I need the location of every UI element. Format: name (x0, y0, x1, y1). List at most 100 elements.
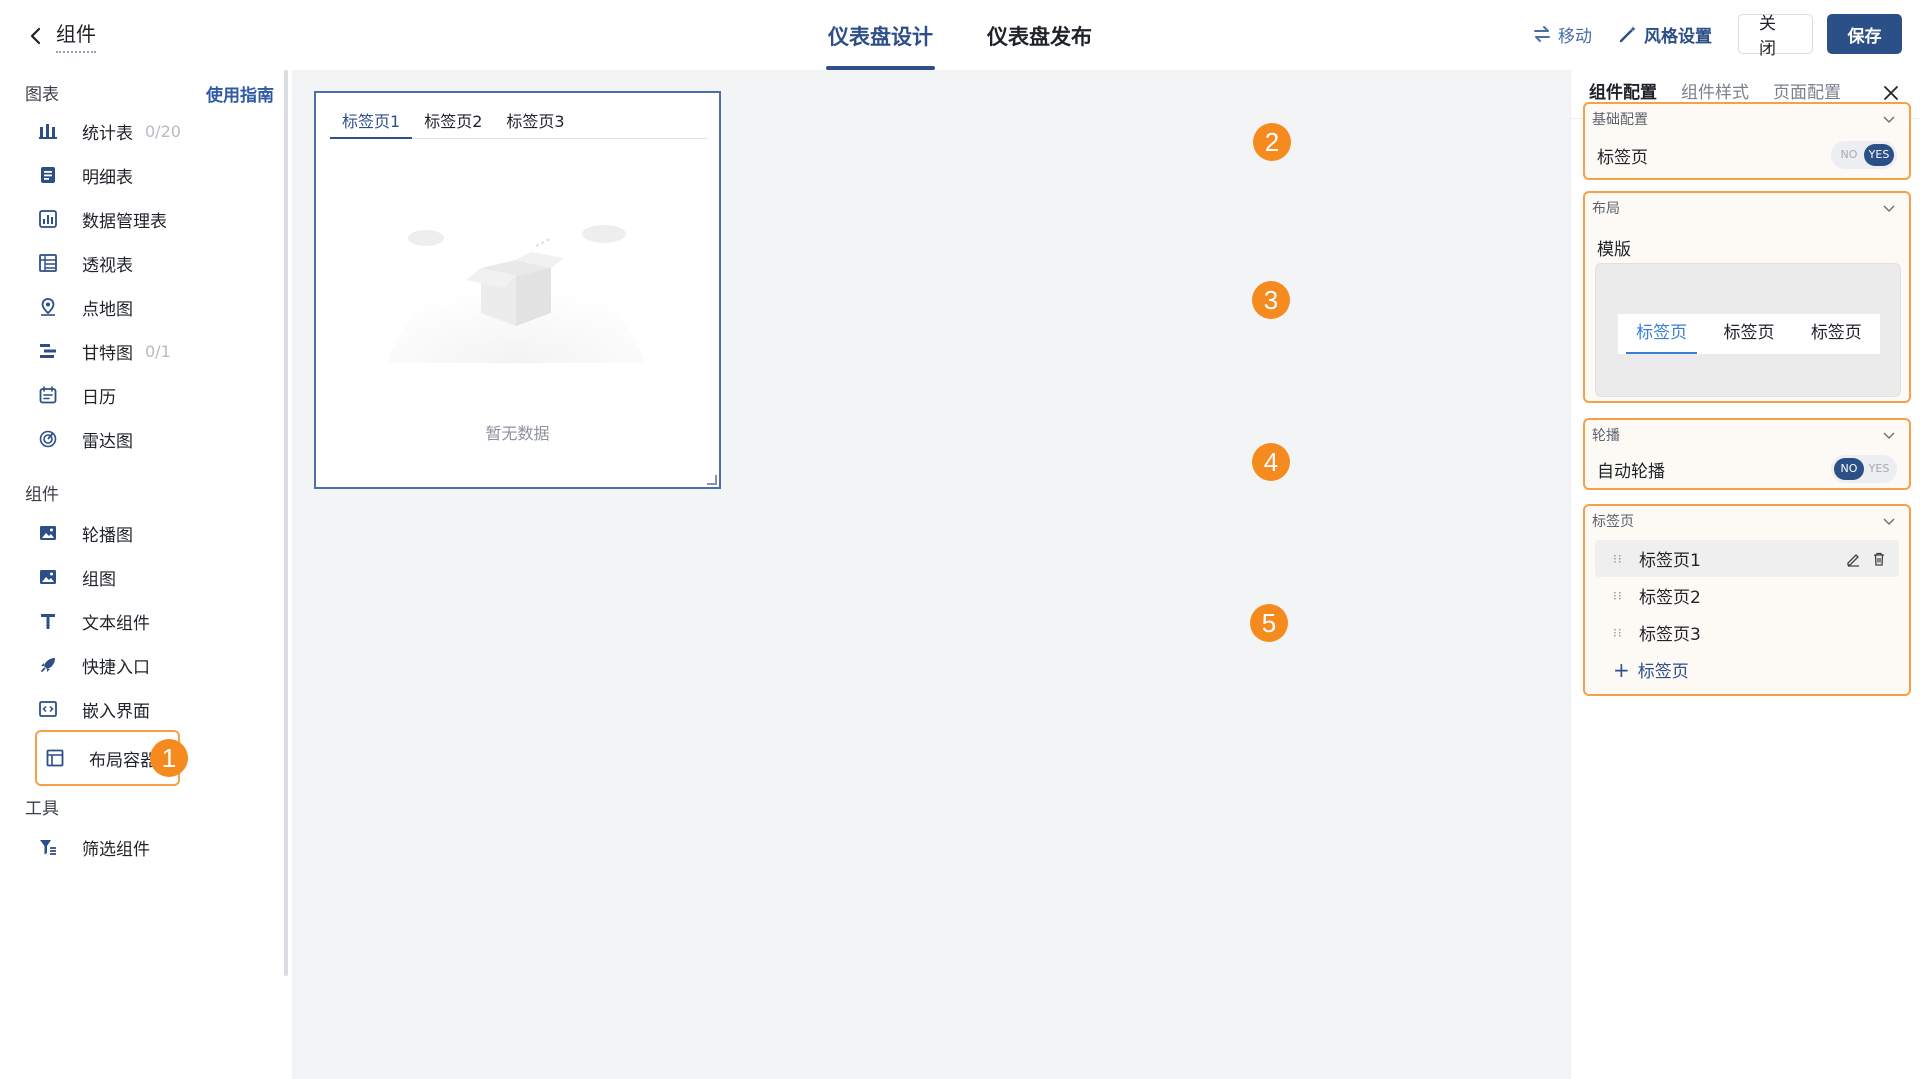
tabs-list-card: 标签页 ⁝⁝ 标签页1 ⁝⁝ 标签页2 ⁝⁝ 标签页3 + 标签页 (1583, 504, 1911, 696)
radar-icon (38, 428, 70, 450)
carousel-image-icon (38, 522, 70, 544)
add-tab-label: 标签页 (1637, 662, 1689, 682)
empty-box-illustration (386, 225, 646, 363)
sidebar-item-quick-entry[interactable]: 快捷入口 (38, 643, 258, 687)
auto-play-label: 自动轮播 (1597, 461, 1665, 482)
swap-arrows-icon (1534, 26, 1550, 42)
sidebar-item-label: 明细表 (82, 167, 133, 188)
chevron-down-icon (1883, 518, 1895, 526)
sidebar-item-data-manage[interactable]: 数据管理表 (38, 197, 258, 241)
map-pin-icon (38, 296, 70, 318)
sidebar-item-label: 快捷入口 (82, 657, 150, 678)
drag-handle-icon[interactable]: ⁝⁝ (1613, 589, 1625, 603)
usage-count: 0/1 (145, 341, 171, 361)
tabs-toggle-row: 标签页 NO YES (1585, 134, 1909, 176)
sidebar-item-calendar[interactable]: 日历 (38, 373, 258, 417)
widget-tab-3[interactable]: 标签页3 (494, 109, 576, 139)
sidebar-item-pivot-table[interactable]: 透视表 (38, 241, 258, 285)
carousel-title: 轮播 (1592, 428, 1620, 444)
style-settings-button[interactable]: 风格设置 (1618, 22, 1712, 47)
rocket-icon (38, 654, 70, 676)
move-button[interactable]: 移动 (1532, 22, 1592, 47)
plus-icon: + (1613, 657, 1630, 682)
sidebar-item-carousel[interactable]: 轮播图 (38, 511, 258, 555)
guide-link[interactable]: 使用指南 (206, 81, 274, 106)
tab-dashboard-design[interactable]: 仪表盘设计 (826, 0, 935, 70)
back-title: 组件 (56, 18, 96, 53)
sidebar-item-filter[interactable]: 筛选组件 (38, 825, 258, 869)
top-actions: 移动 风格设置 关闭 保存 (1532, 14, 1902, 59)
widget-tab-1[interactable]: 标签页1 (330, 109, 413, 139)
tab-dashboard-publish[interactable]: 仪表盘发布 (985, 0, 1094, 70)
widget-tab-2[interactable]: 标签页2 (412, 109, 494, 139)
tabs-list-header[interactable]: 标签页 (1585, 506, 1909, 536)
sidebar-item-radar[interactable]: 雷达图 (38, 417, 258, 461)
add-tab-button[interactable]: + 标签页 (1585, 651, 1909, 688)
layout-card: 布局 模版 标签页 标签页 标签页 (1583, 191, 1911, 403)
sidebar-item-label: 数据管理表 (82, 211, 167, 232)
sidebar-item-label: 透视表 (82, 255, 133, 276)
pivot-table-icon (38, 252, 70, 274)
config-panel: 组件配置 组件样式 页面配置 基础配置 标签页 NO YES 布局 模版 标签页… (1570, 70, 1920, 1079)
template-tab-bar: 标签页 标签页 标签页 (1618, 314, 1880, 354)
auto-play-row: 自动轮播 NO YES (1585, 450, 1909, 488)
sidebar-item-gantt[interactable]: 甘特图 0/1 (38, 329, 258, 373)
sidebar-scrollbar[interactable] (284, 70, 288, 976)
sidebar-item-label: 组图 (82, 569, 116, 590)
basic-config-header[interactable]: 基础配置 (1585, 104, 1909, 134)
edit-icon[interactable] (1845, 551, 1861, 567)
close-icon[interactable] (1882, 84, 1900, 102)
switch-yes: YES (1868, 462, 1890, 475)
tab-item-tools (1845, 551, 1887, 567)
close-button[interactable]: 关闭 (1738, 14, 1813, 59)
template-preview[interactable]: 标签页 标签页 标签页 (1595, 263, 1901, 397)
layout-icon (45, 747, 77, 769)
tab-list-item[interactable]: ⁝⁝ 标签页1 (1595, 540, 1899, 577)
sidebar-item-label: 统计表 (82, 123, 133, 144)
sidebar-item-image-group[interactable]: 组图 (38, 555, 258, 599)
tabs-toggle-switch[interactable]: NO YES (1831, 141, 1897, 169)
back-button[interactable]: 组件 (28, 18, 96, 53)
tools-heading: 工具 (25, 799, 59, 819)
sidebar-item-label: 甘特图 (82, 343, 133, 364)
filter-icon (38, 836, 70, 858)
template-row: 模版 (1585, 227, 1909, 267)
save-button[interactable]: 保存 (1827, 14, 1902, 54)
sidebar-item-point-map[interactable]: 点地图 (38, 285, 258, 329)
switch-yes: YES (1864, 144, 1894, 166)
drag-handle-icon[interactable]: ⁝⁝ (1613, 552, 1625, 566)
tab-item-name: 标签页2 (1639, 588, 1701, 608)
move-label: 移动 (1558, 26, 1592, 47)
tabs-widget[interactable]: 标签页1 标签页2 标签页3 暂无数据 (314, 91, 721, 489)
auto-play-switch[interactable]: NO YES (1831, 455, 1897, 483)
sidebar-item-text[interactable]: 文本组件 (38, 599, 258, 643)
sidebar-item-label: 日历 (82, 387, 116, 408)
template-label: 模版 (1597, 239, 1631, 260)
tabs-list-title: 标签页 (1592, 514, 1634, 530)
chevron-down-icon (1883, 116, 1895, 124)
embed-code-icon (38, 698, 70, 720)
sidebar-item-stat-table[interactable]: 统计表 0/20 (38, 109, 258, 153)
sidebar-item-embed[interactable]: 嵌入界面 (38, 687, 258, 731)
callout-badge: 5 (1250, 604, 1288, 642)
carousel-header[interactable]: 轮播 (1585, 420, 1909, 450)
chevron-down-icon (1883, 205, 1895, 213)
template-tab-3: 标签页 (1810, 323, 1862, 343)
drag-handle-icon[interactable]: ⁝⁝ (1613, 626, 1625, 640)
tab-list-item[interactable]: ⁝⁝ 标签页2 (1595, 577, 1899, 614)
sidebar-item-detail-table[interactable]: 明细表 (38, 153, 258, 197)
delete-icon[interactable] (1871, 551, 1887, 567)
calendar-icon (38, 384, 70, 406)
widget-tab-bar: 标签页1 标签页2 标签页3 (330, 109, 707, 139)
design-canvas[interactable]: 标签页1 标签页2 标签页3 暂无数据 (292, 70, 1570, 1079)
layout-title: 布局 (1592, 201, 1620, 217)
charts-heading: 图表 (25, 85, 59, 105)
layout-header[interactable]: 布局 (1585, 193, 1909, 223)
tab-list-item[interactable]: ⁝⁝ 标签页3 (1595, 614, 1899, 651)
resize-handle[interactable] (707, 475, 717, 485)
callout-badge: 1 (150, 739, 188, 777)
component-sidebar: 图表 使用指南 统计表 0/20 明细表 数据管理表 透视表 点地图 甘特图 0… (0, 70, 288, 1079)
top-bar: 组件 仪表盘设计 仪表盘发布 移动 风格设置 关闭 保存 (0, 0, 1920, 70)
chevron-down-icon (1883, 432, 1895, 440)
detail-table-icon (38, 164, 70, 186)
